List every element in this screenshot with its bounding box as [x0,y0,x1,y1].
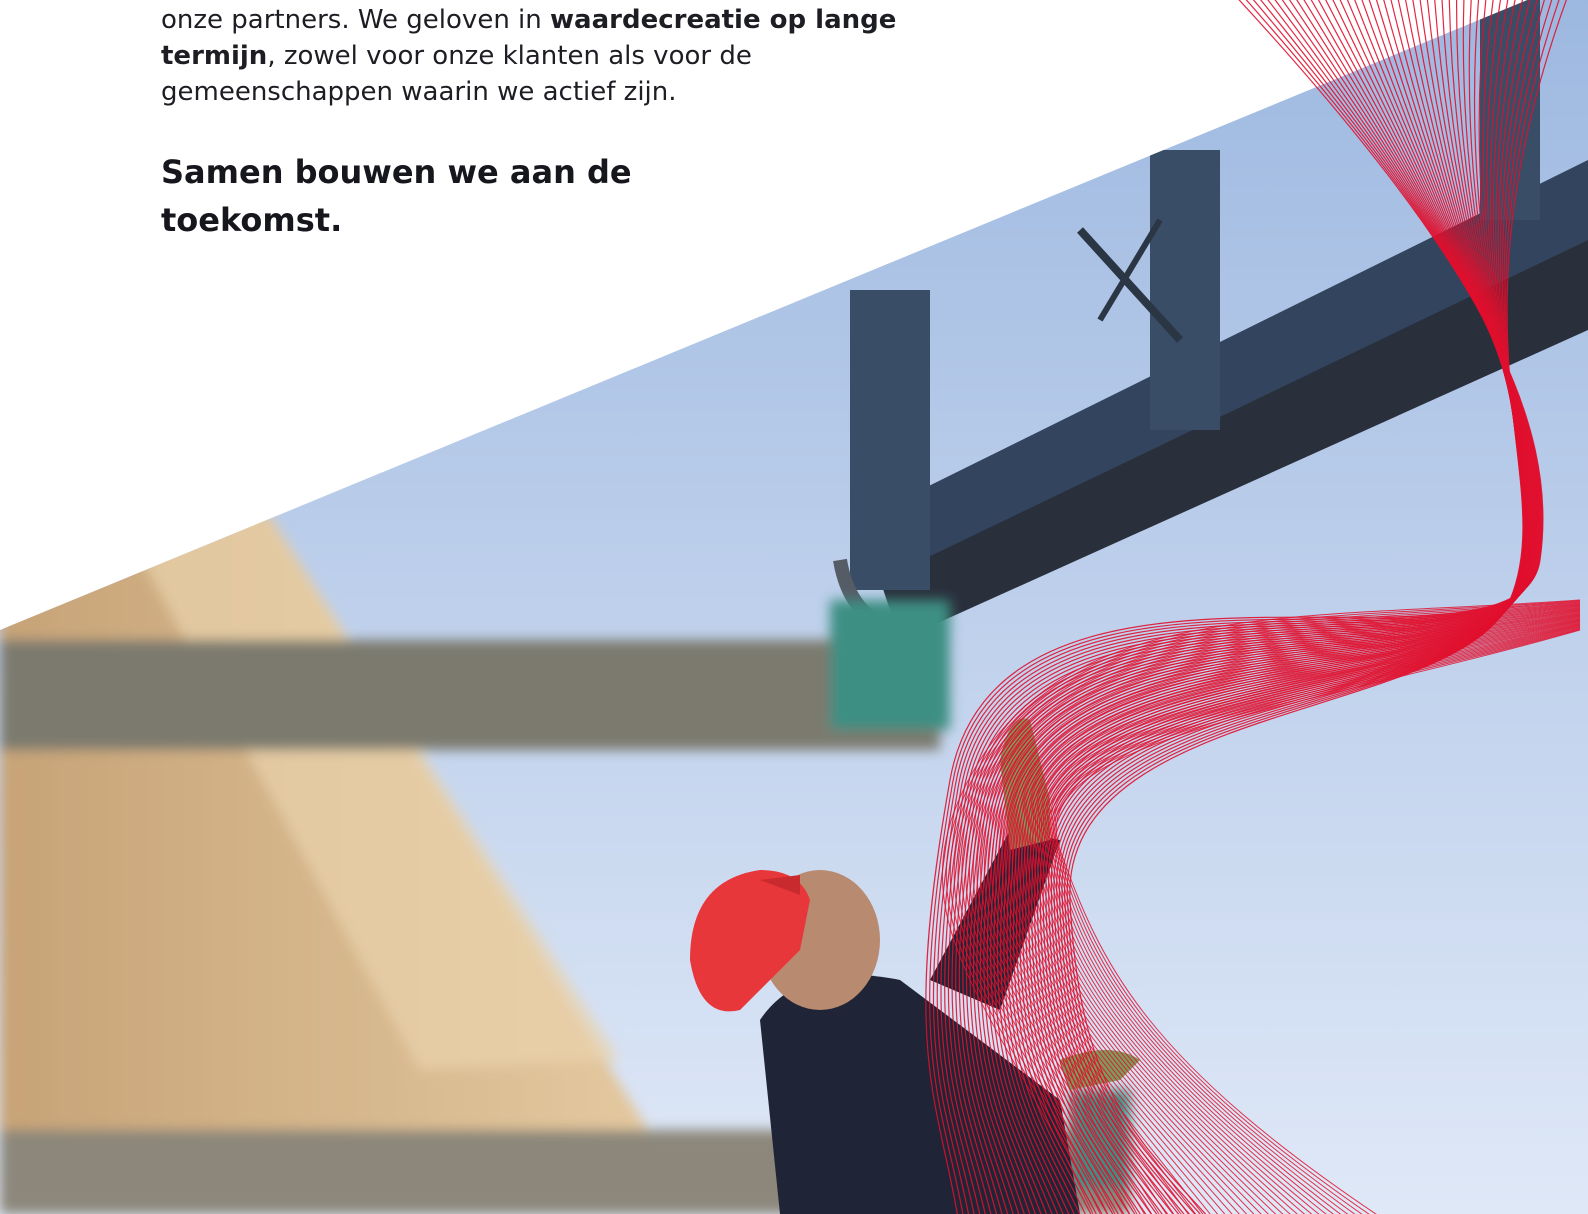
wave-line [1021,616,1581,1214]
wave-line [1053,627,1581,1214]
wave-line [1034,620,1581,1214]
wave-line [1049,626,1581,1214]
wave-line [1038,621,1581,1214]
wave-line [1042,623,1581,1214]
wave-line [1014,614,1581,1214]
wave-line [1001,611,1581,1214]
red-wave-pattern [925,0,1581,1214]
